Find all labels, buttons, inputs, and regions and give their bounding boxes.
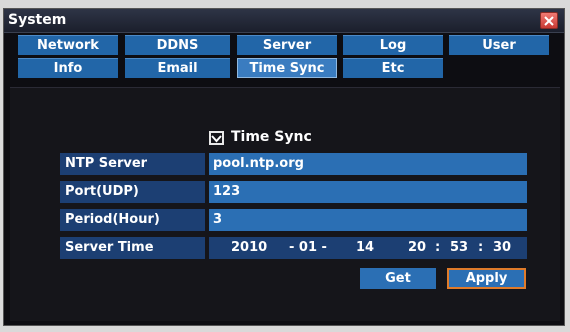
tab-etc[interactable]: Etc	[343, 58, 443, 78]
server-time-display: 2010 - 01 - 14 20 : 53 : 30	[209, 237, 527, 259]
server-time-year: 2010	[231, 240, 268, 255]
server-time-month: - 01 -	[289, 240, 327, 255]
close-icon	[544, 16, 554, 26]
port-udp-label: Port(UDP)	[60, 181, 205, 203]
ntp-server-label: NTP Server	[60, 153, 205, 175]
tab-network[interactable]: Network	[18, 35, 118, 55]
server-time-hour: 20	[408, 240, 427, 255]
server-time-colon-2: :	[478, 240, 484, 255]
period-hour-field[interactable]: 3	[209, 209, 527, 231]
server-time-label: Server Time	[60, 237, 205, 259]
server-time-second: 30	[493, 240, 512, 255]
tab-log[interactable]: Log	[343, 35, 443, 55]
tab-email[interactable]: Email	[125, 58, 230, 78]
tab-info[interactable]: Info	[18, 58, 118, 78]
system-dialog: System Network DDNS Server Log User Info…	[3, 8, 565, 326]
tab-user[interactable]: User	[449, 35, 549, 55]
apply-button[interactable]: Apply	[447, 268, 526, 289]
get-button[interactable]: Get	[360, 268, 436, 289]
title-bar[interactable]: System	[4, 9, 564, 33]
port-udp-field[interactable]: 123	[209, 181, 527, 203]
server-time-day: 14	[356, 240, 375, 255]
time-sync-checkbox[interactable]	[209, 131, 224, 145]
tab-ddns[interactable]: DDNS	[125, 35, 230, 55]
period-hour-label: Period(Hour)	[60, 209, 205, 231]
server-time-minute: 53	[450, 240, 469, 255]
server-time-colon-1: :	[435, 240, 441, 255]
time-sync-label: Time Sync	[231, 129, 312, 145]
ntp-server-field[interactable]: pool.ntp.org	[209, 153, 527, 175]
close-button[interactable]	[540, 12, 558, 29]
checkmark-icon	[211, 135, 222, 143]
tab-server[interactable]: Server	[237, 35, 337, 55]
tab-time-sync[interactable]: Time Sync	[237, 58, 337, 78]
window-title: System	[8, 12, 67, 28]
